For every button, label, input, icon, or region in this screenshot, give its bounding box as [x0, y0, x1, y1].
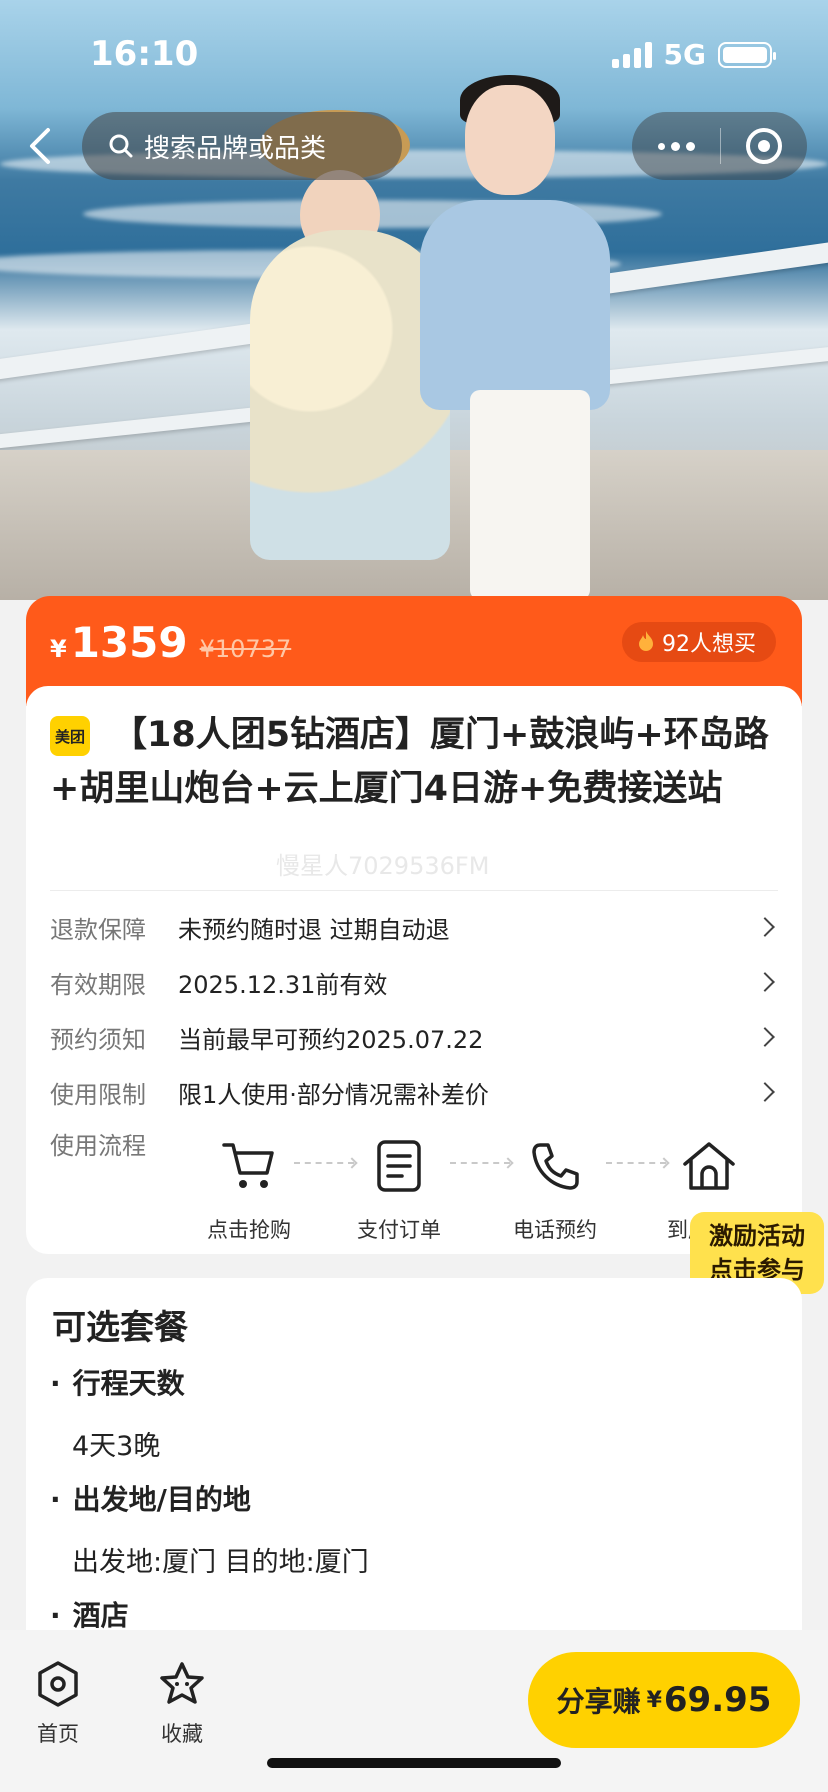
want-count: 92人想买	[662, 632, 756, 657]
chevron-right-icon	[755, 1082, 775, 1102]
hero-image	[0, 0, 828, 600]
chevron-right-icon	[755, 972, 775, 992]
document-icon	[377, 1140, 421, 1192]
share-amount: 69.95	[663, 1680, 772, 1720]
info-key: 退款保障	[50, 915, 146, 944]
info-row-booking[interactable]: 预约须知 当前最早可预约2025.07.22	[50, 1012, 778, 1062]
flow-step-label: 支付订单	[357, 1218, 441, 1242]
tab-label: 收藏	[161, 1722, 203, 1746]
close-miniprogram-button[interactable]	[721, 128, 807, 164]
home-icon	[683, 1142, 735, 1190]
package-heading: 出发地/目的地	[50, 1478, 251, 1518]
promo-line1: 激励活动	[709, 1222, 805, 1250]
flame-icon	[639, 631, 653, 651]
status-time: 16:10	[90, 34, 199, 74]
phone-icon	[532, 1143, 579, 1190]
tab-home[interactable]: 首页	[18, 1660, 98, 1748]
tab-label: 首页	[37, 1722, 79, 1746]
product-info-card: 美团 【18人团5钻酒店】厦门+鼓浪屿+环岛路+胡里山炮台+云上厦门4日游+免费…	[26, 686, 802, 1254]
chevron-right-icon	[755, 1027, 775, 1047]
price-currency: ¥	[50, 635, 67, 663]
flow-step-phone: 电话预约	[500, 1136, 610, 1244]
info-key: 有效期限	[50, 970, 146, 999]
tab-favorite[interactable]: 收藏	[142, 1660, 222, 1748]
package-heading: 行程天数	[50, 1362, 185, 1402]
package-options-card: 可选套餐 行程天数 4天3晚 出发地/目的地 出发地:厦门 目的地:厦门 酒店	[26, 1278, 802, 1638]
search-placeholder: 搜索品牌或品类	[144, 133, 327, 164]
flow-step-label: 电话预约	[513, 1218, 597, 1242]
miniprogram-capsule	[632, 112, 807, 180]
package-title: 可选套餐	[52, 1308, 188, 1348]
flow-step-label: 点击抢购	[207, 1218, 291, 1242]
flow-step-buy: 点击抢购	[194, 1136, 304, 1244]
info-key: 预约须知	[50, 1025, 146, 1054]
chevron-right-icon	[755, 917, 775, 937]
info-value: 当前最早可预约2025.07.22	[178, 1025, 484, 1054]
share-currency: ¥	[646, 1687, 662, 1713]
flow-step-pay: 支付订单	[344, 1136, 454, 1244]
back-button[interactable]	[16, 118, 66, 174]
current-price: 1359	[70, 618, 188, 667]
package-value: 4天3晚	[72, 1431, 161, 1462]
info-key: 使用限制	[50, 1080, 146, 1109]
info-row-limit[interactable]: 使用限制 限1人使用·部分情况需补差价	[50, 1067, 778, 1117]
info-value: 未预约随时退 过期自动退	[178, 915, 450, 944]
flow-label: 使用流程	[50, 1132, 146, 1160]
star-icon	[160, 1662, 204, 1704]
watermark: 慢星人7029536FM	[276, 852, 490, 880]
share-label: 分享赚	[556, 1685, 641, 1718]
more-button[interactable]	[632, 112, 720, 180]
target-icon	[746, 128, 782, 164]
package-value: 出发地:厦门 目的地:厦门	[72, 1547, 369, 1578]
search-input[interactable]: 搜索品牌或品类	[82, 112, 402, 180]
want-count-chip: 92人想买	[622, 622, 776, 662]
product-title: 【18人团5钻酒店】厦门+鼓浪屿+环岛路+胡里山炮台+云上厦门4日游+免费接送站	[50, 715, 769, 809]
network-type: 5G	[663, 38, 706, 71]
package-heading: 酒店	[50, 1594, 129, 1634]
battery-icon	[718, 41, 776, 68]
home-hexagon-icon	[38, 1661, 78, 1707]
signal-icon	[611, 41, 652, 68]
status-indicators: 5G	[611, 38, 776, 71]
original-price: ¥10737	[199, 635, 292, 663]
bottom-bar: 首页 收藏 分享赚 ¥ 69.95	[0, 1630, 828, 1792]
search-icon	[109, 134, 133, 158]
chevron-left-icon	[30, 128, 50, 164]
info-value: 限1人使用·部分情况需补差价	[178, 1080, 489, 1109]
cart-icon	[222, 1143, 274, 1188]
info-row-refund[interactable]: 退款保障 未预约随时退 过期自动退	[50, 902, 778, 952]
info-row-validity[interactable]: 有效期限 2025.12.31前有效	[50, 957, 778, 1007]
info-value: 2025.12.31前有效	[178, 970, 388, 999]
share-earn-button[interactable]: 分享赚 ¥ 69.95	[528, 1652, 800, 1748]
home-indicator	[267, 1758, 561, 1768]
